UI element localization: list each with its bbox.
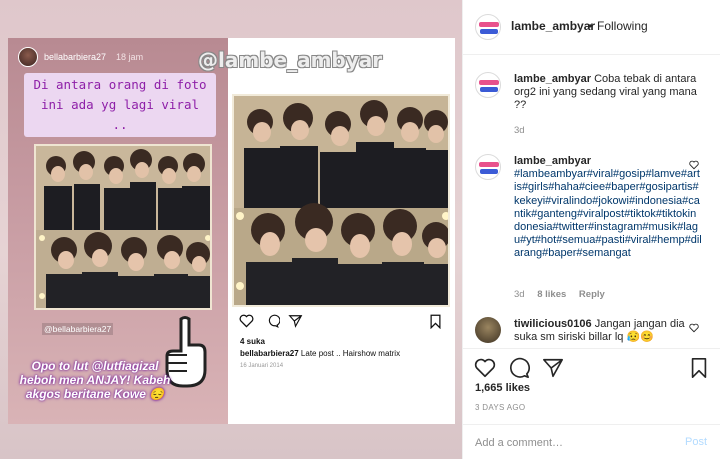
comment-avatar[interactable] <box>475 317 501 343</box>
comment-like-heart-icon[interactable] <box>689 323 699 333</box>
instagram-post-view: bellabarbiera27 18 jam Di antara orang d… <box>0 0 720 459</box>
following-button[interactable]: Following <box>597 19 648 33</box>
story-text: Di antara orang di foto ini ada yg lagi … <box>24 73 216 137</box>
comment-like-heart-icon[interactable] <box>689 160 699 170</box>
comment-text: tiwilicious0106 Jangan jangan dia suka s… <box>514 318 702 344</box>
caption-avatar[interactable] <box>475 72 501 98</box>
embedded-username: bellabarbiera27 <box>240 349 299 358</box>
author-username[interactable]: lambe_ambyar <box>511 19 595 33</box>
embedded-caption: bellabarbiera27 Late post .. Hairshow ma… <box>240 349 400 358</box>
caption-username[interactable]: lambe_ambyar <box>514 73 591 85</box>
story-time: 18 jam <box>116 52 144 62</box>
post-details-panel: lambe_ambyar • Following lambe_ambyar Co… <box>462 0 720 459</box>
hashtag-links[interactable]: #lambeambyar#viral#gosip#lamve#artis#gir… <box>514 168 702 259</box>
post-time[interactable]: 3 DAYS AGO <box>475 403 525 412</box>
post-image[interactable]: bellabarbiera27 18 jam Di antara orang d… <box>0 0 462 459</box>
comments-list[interactable]: lambe_ambyar Coba tebak di antara org2 i… <box>463 56 720 348</box>
caption-meta: 3d <box>514 125 535 136</box>
embedded-group-photo <box>232 94 450 307</box>
comment-reply-button[interactable]: Reply <box>579 289 605 300</box>
embedded-comment-icon <box>268 314 280 328</box>
embedded-heart-icon <box>239 314 254 328</box>
embedded-post-actions <box>239 314 444 330</box>
add-comment-input[interactable] <box>475 435 675 451</box>
comment-icon[interactable] <box>508 357 530 379</box>
embedded-share-icon <box>288 315 303 328</box>
likes-count[interactable]: 1,665 likes <box>475 382 530 394</box>
story-avatar <box>18 47 38 67</box>
embedded-caption-text: Late post .. Hairshow matrix <box>298 349 401 358</box>
story-header: bellabarbiera27 18 jam <box>18 47 143 67</box>
embedded-bookmark-icon <box>430 314 441 329</box>
header-separator: • <box>588 19 593 33</box>
embedded-likes: 4 suka <box>240 337 265 346</box>
story-caption: Opo to lut @lutfiagizal heboh men ANJAY!… <box>19 359 171 401</box>
heart-icon[interactable] <box>474 357 496 379</box>
post-actions: 1,665 likes 3 DAYS AGO <box>463 348 720 424</box>
watermark: @lambe_ambyar <box>198 48 383 72</box>
post-header: lambe_ambyar • Following <box>463 0 720 55</box>
comment-username[interactable]: lambe_ambyar <box>514 155 591 167</box>
comment-meta: 3d 8 likes Reply <box>514 289 615 300</box>
comment-username[interactable]: tiwilicious0106 <box>514 318 592 330</box>
comment-time[interactable]: 3d <box>514 289 525 300</box>
add-comment-bar: Post <box>463 424 720 459</box>
embedded-date: 16 Januari 2014 <box>240 363 284 369</box>
post-comment-button[interactable]: Post <box>685 436 707 448</box>
comment-avatar[interactable] <box>475 154 501 180</box>
caption-time[interactable]: 3d <box>514 125 525 136</box>
caption-text: lambe_ambyar Coba tebak di antara org2 i… <box>514 73 702 113</box>
story-group-photo <box>34 144 212 310</box>
author-avatar[interactable] <box>475 14 501 40</box>
bookmark-icon[interactable] <box>689 357 709 379</box>
story-mention-tag: @bellabarbiera27 <box>42 323 114 335</box>
story-username: bellabarbiera27 <box>44 52 107 62</box>
share-icon[interactable] <box>542 357 564 379</box>
comment-text: lambe_ambyar #lambeambyar#viral#gosip#la… <box>514 155 702 261</box>
comment-likes[interactable]: 8 likes <box>537 289 566 300</box>
